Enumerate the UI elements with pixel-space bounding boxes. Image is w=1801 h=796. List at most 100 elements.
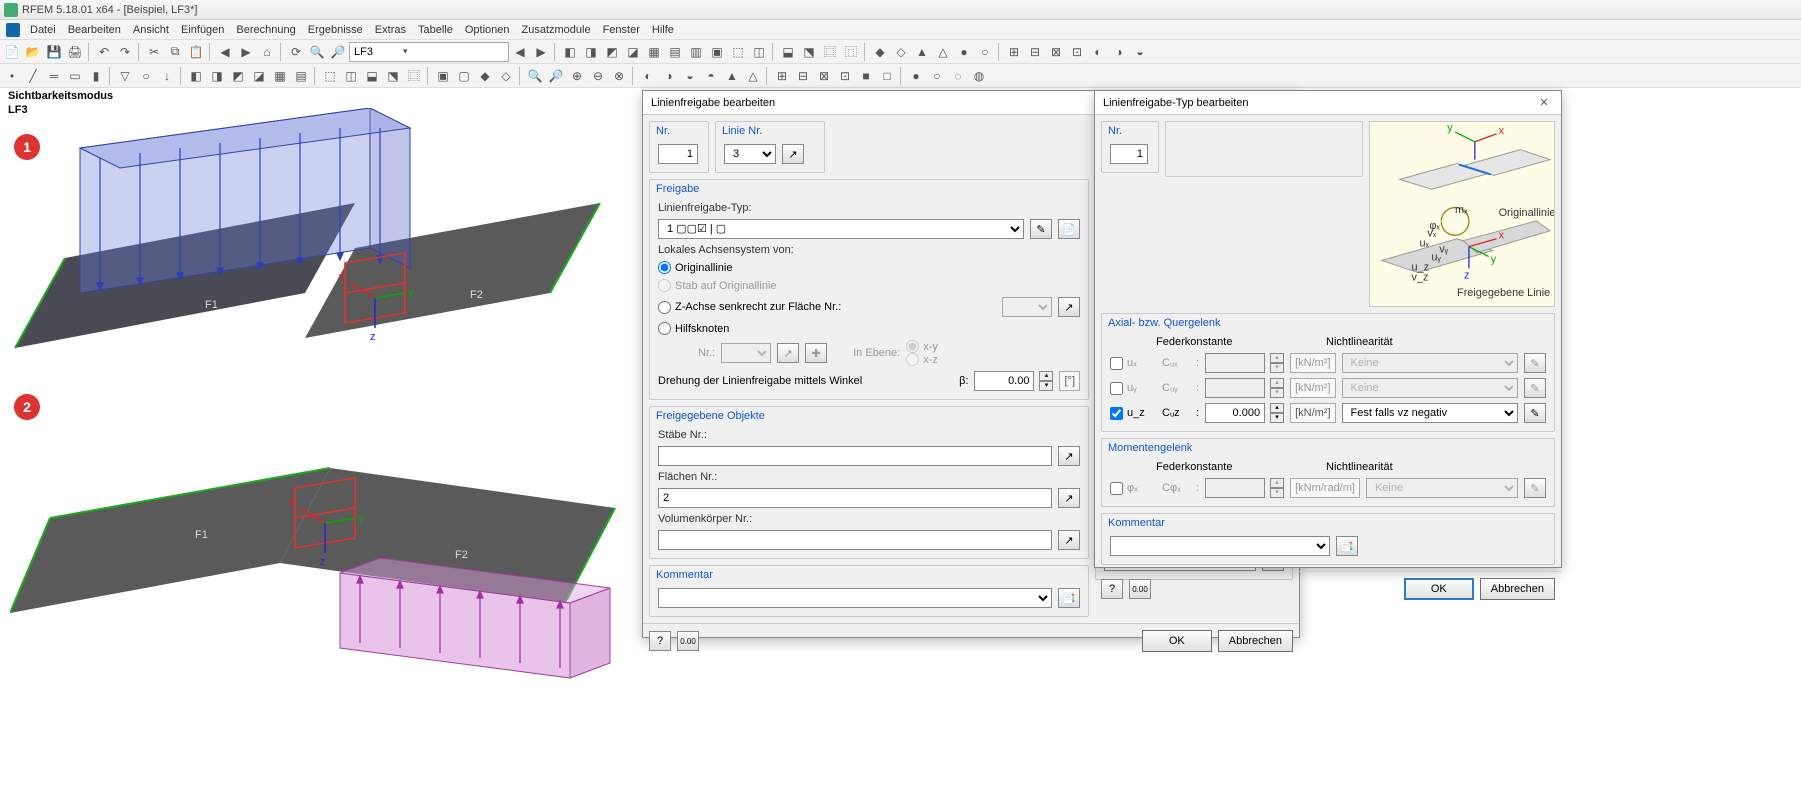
help-icon[interactable]: ? (649, 631, 671, 651)
tb-save-icon[interactable]: 💾 (44, 42, 64, 62)
new-node-icon[interactable]: ✚ (805, 343, 827, 363)
tb2-t31-icon[interactable]: ◑ (659, 66, 679, 86)
dlg2-uy-edit-icon[interactable]: ✎ (1524, 378, 1546, 398)
tb2-t11-icon[interactable]: ◨ (207, 66, 227, 86)
pick-members-icon[interactable]: ↗ (1058, 446, 1080, 466)
dlg2-phix-check[interactable] (1110, 482, 1123, 495)
menu-einfuegen[interactable]: Einfügen (175, 22, 230, 38)
dlg2-comment-lib-icon[interactable]: 📑 (1336, 536, 1358, 556)
tb2-t33-icon[interactable]: ◓ (701, 66, 721, 86)
menu-berechnung[interactable]: Berechnung (230, 22, 301, 38)
spin-up-icon[interactable]: ▴ (1270, 378, 1284, 388)
dlg2-ux-edit-icon[interactable]: ✎ (1524, 353, 1546, 373)
tb2-t24-icon[interactable]: ◇ (496, 66, 516, 86)
tb2-t38-icon[interactable]: ⊠ (814, 66, 834, 86)
tb2-t41-icon[interactable]: □ (877, 66, 897, 86)
menu-optionen[interactable]: Optionen (459, 22, 516, 38)
menu-hilfe[interactable]: Hilfe (646, 22, 680, 38)
tb-loadcase-combo[interactable]: LF3 (349, 42, 509, 62)
dlg1-flaechen-input[interactable] (658, 488, 1052, 508)
tb-copy-icon[interactable]: ⧉ (165, 42, 185, 62)
pick-surface-icon[interactable]: ↗ (1058, 297, 1080, 317)
dlg1-nr-input[interactable] (658, 144, 698, 164)
tb-tool-25-icon[interactable]: ◐ (1088, 42, 1108, 62)
tb-tool-9-icon[interactable]: ⬚ (728, 42, 748, 62)
tb2-t39-icon[interactable]: ⊡ (835, 66, 855, 86)
dlg1-volumen-input[interactable] (658, 530, 1052, 550)
tb-tool-27-icon[interactable]: ◒ (1130, 42, 1150, 62)
dlg1-axis-opt-0[interactable] (658, 261, 671, 274)
tb-tool-7-icon[interactable]: ▥ (686, 42, 706, 62)
tb2-node-icon[interactable]: • (2, 66, 22, 86)
tb-tool-18-icon[interactable]: △ (933, 42, 953, 62)
tb-tool-23-icon[interactable]: ⊠ (1046, 42, 1066, 62)
tb2-t40-icon[interactable]: ■ (856, 66, 876, 86)
spin-up-icon[interactable]: ▴ (1270, 403, 1284, 413)
dlg2-cancel-button[interactable]: Abbrechen (1480, 578, 1555, 600)
dlg2-uz-nl-select[interactable]: Fest falls vz negativ (1342, 403, 1518, 423)
pick-node-icon[interactable]: ↗ (777, 343, 799, 363)
tb2-solid-icon[interactable]: ▮ (86, 66, 106, 86)
tb-find-icon[interactable]: 🔍 (307, 42, 327, 62)
menu-ergebnisse[interactable]: Ergebnisse (302, 22, 369, 38)
dlg1-axis-opt-2[interactable] (658, 301, 671, 314)
tb2-t19-icon[interactable]: ⬔ (383, 66, 403, 86)
tb2-t23-icon[interactable]: ◆ (475, 66, 495, 86)
tb2-load-icon[interactable]: ↓ (157, 66, 177, 86)
tb-next-lc-icon[interactable]: ▶ (531, 42, 551, 62)
tb-new-icon[interactable]: 📄 (2, 42, 22, 62)
tb-tool-26-icon[interactable]: ◑ (1109, 42, 1129, 62)
tb2-t25-icon[interactable]: 🔍 (525, 66, 545, 86)
tb-paste-icon[interactable]: 📋 (186, 42, 206, 62)
tb2-t22-icon[interactable]: ▢ (454, 66, 474, 86)
tb-refresh-icon[interactable]: ⟳ (286, 42, 306, 62)
spin-down-icon[interactable]: ▾ (1270, 488, 1284, 498)
dlg1-type-select[interactable]: 1 ▢▢☑ | ▢ (658, 219, 1024, 239)
dlg1-linienr-select[interactable]: 3 (724, 144, 776, 164)
menu-ansicht[interactable]: Ansicht (127, 22, 175, 38)
tb-back-icon[interactable]: ◀ (215, 42, 235, 62)
menu-tabelle[interactable]: Tabelle (412, 22, 459, 38)
spin-down-icon[interactable]: ▾ (1270, 413, 1284, 423)
tb2-t42-icon[interactable]: ● (906, 66, 926, 86)
tb-zoom-icon[interactable]: 🔎 (328, 42, 348, 62)
dlg2-help-icon[interactable]: ? (1101, 579, 1123, 599)
comment-lib-icon[interactable]: 📑 (1058, 588, 1080, 608)
dlg2-ux-check[interactable] (1110, 357, 1123, 370)
tb-tool-3-icon[interactable]: ◩ (602, 42, 622, 62)
pick-solids-icon[interactable]: ↗ (1058, 530, 1080, 550)
tb-tool-12-icon[interactable]: ⬔ (799, 42, 819, 62)
tb2-t21-icon[interactable]: ▣ (433, 66, 453, 86)
spin-down-icon[interactable]: ▾ (1270, 363, 1284, 373)
tb-tool-6-icon[interactable]: ▤ (665, 42, 685, 62)
spin-up-icon[interactable]: ▴ (1270, 353, 1284, 363)
units-icon[interactable]: 0.00 (677, 631, 699, 651)
dlg2-phix-edit-icon[interactable]: ✎ (1524, 478, 1546, 498)
dlg1-ok-button[interactable]: OK (1142, 630, 1212, 652)
tb-tool-15-icon[interactable]: ◆ (870, 42, 890, 62)
tb-tool-20-icon[interactable]: ○ (975, 42, 995, 62)
tb2-t34-icon[interactable]: ▲ (722, 66, 742, 86)
edit-type-icon[interactable]: ✎ (1030, 219, 1052, 239)
tb2-t35-icon[interactable]: △ (743, 66, 763, 86)
tb2-t32-icon[interactable]: ◒ (680, 66, 700, 86)
spin-down-icon[interactable]: ▾ (1270, 388, 1284, 398)
tb2-t36-icon[interactable]: ⊞ (772, 66, 792, 86)
tb2-support-icon[interactable]: ▽ (115, 66, 135, 86)
tb-tool-10-icon[interactable]: ◫ (749, 42, 769, 62)
dlg2-nr-input[interactable] (1110, 144, 1148, 164)
tb-tool-14-icon[interactable]: ⿵ (841, 42, 861, 62)
tb-cut-icon[interactable]: ✂ (144, 42, 164, 62)
tb2-t43-icon[interactable]: ○ (927, 66, 947, 86)
tb2-t27-icon[interactable]: ⊕ (567, 66, 587, 86)
tb2-t16-icon[interactable]: ⬚ (320, 66, 340, 86)
tb-home-icon[interactable]: ⌂ (257, 42, 277, 62)
tb2-t26-icon[interactable]: 🔎 (546, 66, 566, 86)
tb-prev-lc-icon[interactable]: ◀ (510, 42, 530, 62)
tb2-t18-icon[interactable]: ⬓ (362, 66, 382, 86)
tb2-hinge-icon[interactable]: ○ (136, 66, 156, 86)
dlg2-ok-button[interactable]: OK (1404, 578, 1474, 600)
tb2-t44-icon[interactable]: ◌ (948, 66, 968, 86)
tb2-t14-icon[interactable]: ▦ (270, 66, 290, 86)
tb2-t37-icon[interactable]: ⊟ (793, 66, 813, 86)
